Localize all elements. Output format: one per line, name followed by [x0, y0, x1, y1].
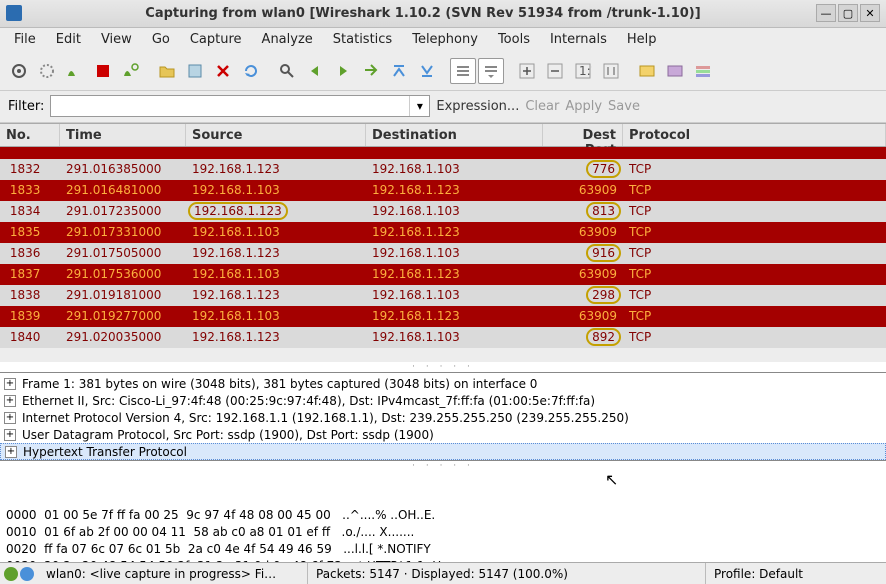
- packet-list-header: No. Time Source Destination Dest Port Pr…: [0, 123, 886, 147]
- titlebar: Capturing from wlan0 [Wireshark 1.10.2 (…: [0, 0, 886, 28]
- expression-button[interactable]: Expression...: [436, 99, 519, 114]
- svg-text:1:1: 1:1: [579, 64, 592, 78]
- window-title: Capturing from wlan0 [Wireshark 1.10.2 (…: [30, 6, 816, 21]
- jump-to-icon[interactable]: [358, 58, 384, 84]
- packet-row[interactable]: 1839291.019277000192.168.1.103192.168.1.…: [0, 306, 886, 327]
- maximize-button[interactable]: ▢: [838, 4, 858, 22]
- status-packets: Packets: 5147 · Displayed: 5147 (100.0%): [308, 563, 706, 584]
- packet-row[interactable]: [0, 147, 886, 159]
- menubar: FileEditViewGoCaptureAnalyzeStatisticsTe…: [0, 28, 886, 52]
- col-no[interactable]: No.: [0, 124, 60, 146]
- tree-item[interactable]: +Frame 1: 381 bytes on wire (3048 bits),…: [0, 375, 886, 392]
- options-icon[interactable]: [34, 58, 60, 84]
- col-protocol[interactable]: Protocol: [623, 124, 886, 146]
- menu-tools[interactable]: Tools: [488, 28, 540, 51]
- packet-row[interactable]: 1833291.016481000192.168.1.103192.168.1.…: [0, 180, 886, 201]
- cursor-icon: ↖: [605, 471, 618, 488]
- menu-help[interactable]: Help: [617, 28, 667, 51]
- app-icon: [6, 5, 22, 21]
- coloring-rules-icon[interactable]: [690, 58, 716, 84]
- clear-button[interactable]: Clear: [525, 99, 559, 114]
- stop-capture-icon[interactable]: [90, 58, 116, 84]
- expand-icon[interactable]: +: [4, 378, 16, 390]
- colorize-icon[interactable]: [450, 58, 476, 84]
- packet-details[interactable]: +Frame 1: 381 bytes on wire (3048 bits),…: [0, 372, 886, 461]
- go-back-icon[interactable]: [302, 58, 328, 84]
- reload-icon[interactable]: [238, 58, 264, 84]
- tree-item[interactable]: +Ethernet II, Src: Cisco-Li_97:4f:48 (00…: [0, 392, 886, 409]
- statusbar: wlan0: <live capture in progress> Fi… Pa…: [0, 562, 886, 584]
- menu-capture[interactable]: Capture: [180, 28, 252, 51]
- save-file-icon[interactable]: [182, 58, 208, 84]
- col-destination[interactable]: Destination: [366, 124, 543, 146]
- packet-list[interactable]: 1832291.016385000192.168.1.123192.168.1.…: [0, 147, 886, 362]
- filter-dropdown-icon[interactable]: ▾: [409, 96, 429, 116]
- hex-line: 0030 20 2a 20 48 54 54 50 2f 31 2e 31 0d…: [6, 558, 880, 562]
- go-last-icon[interactable]: [414, 58, 440, 84]
- tree-item[interactable]: +User Datagram Protocol, Src Port: ssdp …: [0, 426, 886, 443]
- go-forward-icon[interactable]: [330, 58, 356, 84]
- menu-view[interactable]: View: [91, 28, 142, 51]
- pane-divider[interactable]: · · · · ·: [0, 461, 886, 471]
- interfaces-icon[interactable]: [6, 58, 32, 84]
- menu-statistics[interactable]: Statistics: [323, 28, 402, 51]
- packet-bytes[interactable]: ↖ 0000 01 00 5e 7f ff fa 00 25 9c 97 4f …: [0, 471, 886, 562]
- packet-row[interactable]: 1835291.017331000192.168.1.103192.168.1.…: [0, 222, 886, 243]
- hex-line: 0020 ff fa 07 6c 07 6c 01 5b 2a c0 4e 4f…: [6, 541, 880, 558]
- filter-input-container: ▾: [50, 95, 430, 117]
- expand-icon[interactable]: +: [5, 446, 17, 458]
- find-icon[interactable]: [274, 58, 300, 84]
- menu-edit[interactable]: Edit: [46, 28, 91, 51]
- restart-capture-icon[interactable]: [118, 58, 144, 84]
- capture-info-icon[interactable]: [20, 567, 34, 581]
- expand-icon[interactable]: +: [4, 412, 16, 424]
- zoom-reset-icon[interactable]: 1:1: [570, 58, 596, 84]
- packet-row[interactable]: 1834291.017235000192.168.1.123192.168.1.…: [0, 201, 886, 222]
- tree-item-selected[interactable]: +Hypertext Transfer Protocol: [0, 443, 886, 460]
- filter-bar: Filter: ▾ Expression... Clear Apply Save: [0, 91, 886, 123]
- packet-row[interactable]: 1838291.019181000192.168.1.123192.168.1.…: [0, 285, 886, 306]
- packet-row[interactable]: 1840291.020035000192.168.1.123192.168.1.…: [0, 327, 886, 348]
- packet-row[interactable]: 1832291.016385000192.168.1.123192.168.1.…: [0, 159, 886, 180]
- hex-line: 0000 01 00 5e 7f ff fa 00 25 9c 97 4f 48…: [6, 507, 880, 524]
- filter-input[interactable]: [51, 99, 409, 113]
- col-source[interactable]: Source: [186, 124, 366, 146]
- resize-columns-icon[interactable]: [598, 58, 624, 84]
- close-button[interactable]: ✕: [860, 4, 880, 22]
- expand-icon[interactable]: +: [4, 429, 16, 441]
- expand-icon[interactable]: +: [4, 395, 16, 407]
- expert-info-icon[interactable]: [4, 567, 18, 581]
- toolbar: 1:1: [0, 51, 886, 91]
- start-capture-icon[interactable]: [62, 58, 88, 84]
- status-capture: wlan0: <live capture in progress> Fi…: [38, 563, 308, 584]
- minimize-button[interactable]: —: [816, 4, 836, 22]
- packet-row[interactable]: 1837291.017536000192.168.1.103192.168.1.…: [0, 264, 886, 285]
- menu-file[interactable]: File: [4, 28, 46, 51]
- pane-divider[interactable]: · · · · ·: [0, 362, 886, 372]
- col-time[interactable]: Time: [60, 124, 186, 146]
- close-file-icon[interactable]: [210, 58, 236, 84]
- tree-item[interactable]: +Internet Protocol Version 4, Src: 192.1…: [0, 409, 886, 426]
- zoom-out-icon[interactable]: [542, 58, 568, 84]
- save-button[interactable]: Save: [608, 99, 640, 114]
- menu-analyze[interactable]: Analyze: [252, 28, 323, 51]
- col-dest-port[interactable]: Dest Port: [543, 124, 623, 146]
- status-profile[interactable]: Profile: Default: [706, 563, 886, 584]
- display-filters-icon[interactable]: [662, 58, 688, 84]
- filter-label: Filter:: [8, 99, 44, 114]
- capture-filters-icon[interactable]: [634, 58, 660, 84]
- hex-line: 0010 01 6f ab 2f 00 00 04 11 58 ab c0 a8…: [6, 524, 880, 541]
- packet-row[interactable]: 1836291.017505000192.168.1.123192.168.1.…: [0, 243, 886, 264]
- auto-scroll-icon[interactable]: [478, 58, 504, 84]
- menu-internals[interactable]: Internals: [540, 28, 617, 51]
- menu-go[interactable]: Go: [142, 28, 180, 51]
- go-first-icon[interactable]: [386, 58, 412, 84]
- zoom-in-icon[interactable]: [514, 58, 540, 84]
- menu-telephony[interactable]: Telephony: [402, 28, 488, 51]
- apply-button[interactable]: Apply: [565, 99, 602, 114]
- open-file-icon[interactable]: [154, 58, 180, 84]
